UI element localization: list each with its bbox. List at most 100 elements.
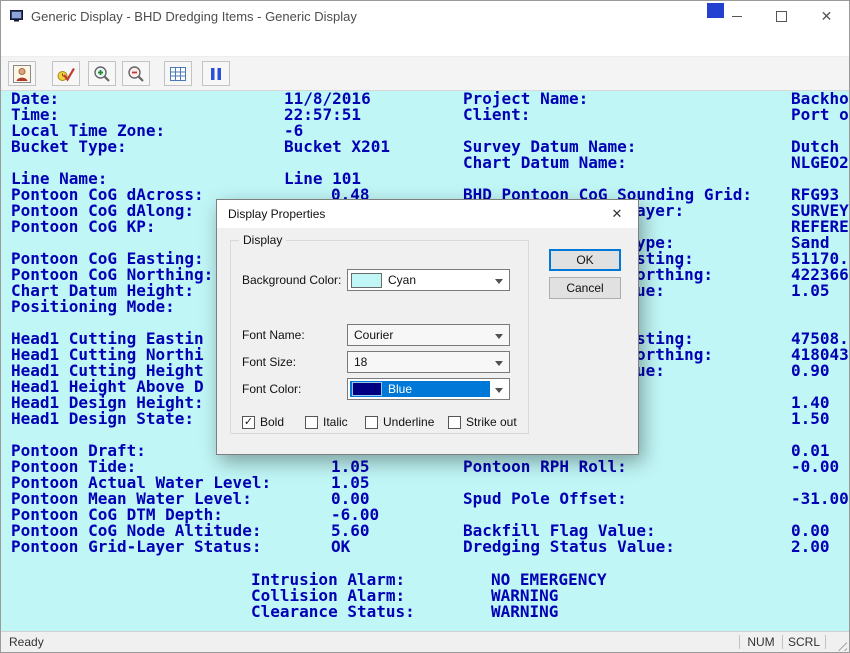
status-separator	[825, 635, 826, 649]
bold-checkbox[interactable]: ✓ Bold	[242, 415, 284, 429]
minimize-icon	[732, 16, 742, 17]
title-bar[interactable]: Generic Display - BHD Dredging Items - G…	[1, 1, 849, 31]
resize-grip[interactable]	[834, 638, 847, 651]
font-name-label: Font Name:	[242, 328, 305, 342]
alarm-row: Collision Alarm: WARNING	[11, 588, 849, 604]
field-label: Head1 Design State:	[11, 411, 194, 427]
checkbox-label: Underline	[383, 415, 434, 429]
check-clock-icon	[56, 64, 76, 84]
close-button[interactable]: ✕	[804, 1, 849, 31]
field-value: 0.90	[791, 363, 830, 379]
selected-highlight: Blue	[350, 381, 490, 397]
field-value: -0.00	[791, 459, 839, 475]
status-separator	[739, 635, 740, 649]
menu-item[interactable]	[45, 41, 67, 47]
field-value: 1.05	[791, 283, 830, 299]
alarm-label: Clearance Status:	[251, 604, 415, 620]
font-size-label: Font Size:	[242, 355, 296, 369]
window-controls: ✕	[714, 1, 849, 31]
zoom-out-button[interactable]	[122, 61, 150, 86]
cancel-button[interactable]: Cancel	[549, 277, 621, 299]
menu-bar	[1, 31, 849, 57]
blue-color-swatch	[352, 382, 382, 396]
menu-item[interactable]	[67, 41, 89, 47]
font-name-value: Courier	[354, 328, 393, 342]
field-label: Chart Datum Name:	[463, 155, 627, 171]
field-label: Spud Pole Offset:	[463, 491, 627, 507]
num-lock-indicator: NUM	[744, 635, 778, 649]
field-label: Positioning Mode:	[11, 299, 175, 315]
user-icon	[12, 64, 32, 84]
data-row: Date: 11/8/2016 Project Name: Backhoe	[11, 91, 849, 107]
font-size-dropdown[interactable]: 18	[347, 351, 510, 373]
zoom-in-icon	[92, 64, 112, 84]
font-name-row: Font Name: Courier	[229, 324, 529, 346]
freeze-button[interactable]	[202, 61, 230, 86]
alarm-rows: Intrusion Alarm: NO EMERGENCY Collision …	[11, 572, 849, 620]
close-icon: ✕	[612, 206, 623, 222]
font-color-label: Font Color:	[242, 382, 301, 396]
cyan-color-swatch	[351, 273, 382, 288]
user-properties-button[interactable]	[8, 61, 36, 86]
cancel-button-label: Cancel	[566, 281, 603, 295]
menu-item[interactable]	[1, 41, 23, 47]
data-row: Bucket Type: Bucket X201 Survey Datum Na…	[11, 139, 849, 155]
chevron-down-icon	[495, 279, 503, 284]
minimize-button[interactable]	[714, 1, 759, 31]
toolbar	[1, 57, 849, 91]
background-color-label: Background Color:	[242, 273, 341, 287]
checkbox-box	[365, 416, 378, 429]
alarm-row: Intrusion Alarm: NO EMERGENCY	[11, 572, 849, 588]
field-value: Port of	[791, 107, 849, 123]
data-row: Chart Datum Name: NLGEO20	[11, 155, 849, 171]
checkbox-box	[448, 416, 461, 429]
font-color-value: Blue	[388, 382, 412, 396]
dialog-body: Display Background Color: Cyan Font Name…	[217, 228, 638, 454]
grid-button[interactable]	[164, 61, 192, 86]
validate-button[interactable]	[52, 61, 80, 86]
field-label-fragment: ue:	[636, 363, 665, 379]
display-properties-dialog: Display Properties ✕ Display Background …	[216, 199, 639, 455]
scroll-lock-indicator: SCRL	[787, 635, 821, 649]
chevron-down-icon	[495, 361, 503, 366]
zoom-in-button[interactable]	[88, 61, 116, 86]
dialog-title: Display Properties	[228, 207, 325, 221]
checkbox-box: ✓	[242, 416, 255, 429]
ok-button[interactable]: OK	[549, 249, 621, 271]
font-size-row: Font Size: 18	[229, 351, 529, 373]
strikeout-checkbox[interactable]: Strike out	[448, 415, 517, 429]
background-color-dropdown[interactable]: Cyan	[347, 269, 510, 291]
background-color-row: Background Color: Cyan	[229, 269, 529, 291]
field-label: Client:	[463, 107, 530, 123]
dialog-title-bar[interactable]: Display Properties	[217, 200, 638, 228]
ok-button-label: OK	[576, 253, 593, 267]
checkbox-label: Strike out	[466, 415, 517, 429]
checkbox-label: Bold	[260, 415, 284, 429]
field-label-fragment: ue:	[636, 283, 665, 299]
maximize-button[interactable]	[759, 1, 804, 31]
alarm-value: WARNING	[491, 604, 558, 620]
window-title: Generic Display - BHD Dredging Items - G…	[31, 9, 357, 24]
status-bar: Ready NUM SCRL	[1, 631, 849, 652]
chevron-down-icon	[495, 388, 503, 393]
checkbox-box	[305, 416, 318, 429]
field-label-fragment: ayer:	[636, 203, 684, 219]
alarm-row: Clearance Status: WARNING	[11, 604, 849, 620]
data-row: Pontoon Grid-Layer Status: OK Dredging S…	[11, 539, 849, 555]
font-size-value: 18	[354, 355, 367, 369]
field-label: Bucket Type:	[11, 139, 127, 155]
underline-checkbox[interactable]: Underline	[365, 415, 434, 429]
menu-item[interactable]	[23, 41, 45, 47]
font-name-dropdown[interactable]: Courier	[347, 324, 510, 346]
italic-checkbox[interactable]: Italic	[305, 415, 348, 429]
pause-icon	[206, 64, 226, 84]
app-icon	[9, 8, 25, 24]
field-value: OK	[331, 539, 350, 555]
status-separator	[782, 635, 783, 649]
font-color-row: Font Color: Blue	[229, 378, 529, 400]
zoom-out-icon	[126, 64, 146, 84]
dialog-close-button[interactable]: ✕	[596, 200, 638, 228]
data-row: Local Time Zone: -6	[11, 123, 849, 139]
field-label: Pontoon CoG KP:	[11, 219, 156, 235]
font-color-dropdown[interactable]: Blue	[347, 378, 510, 400]
